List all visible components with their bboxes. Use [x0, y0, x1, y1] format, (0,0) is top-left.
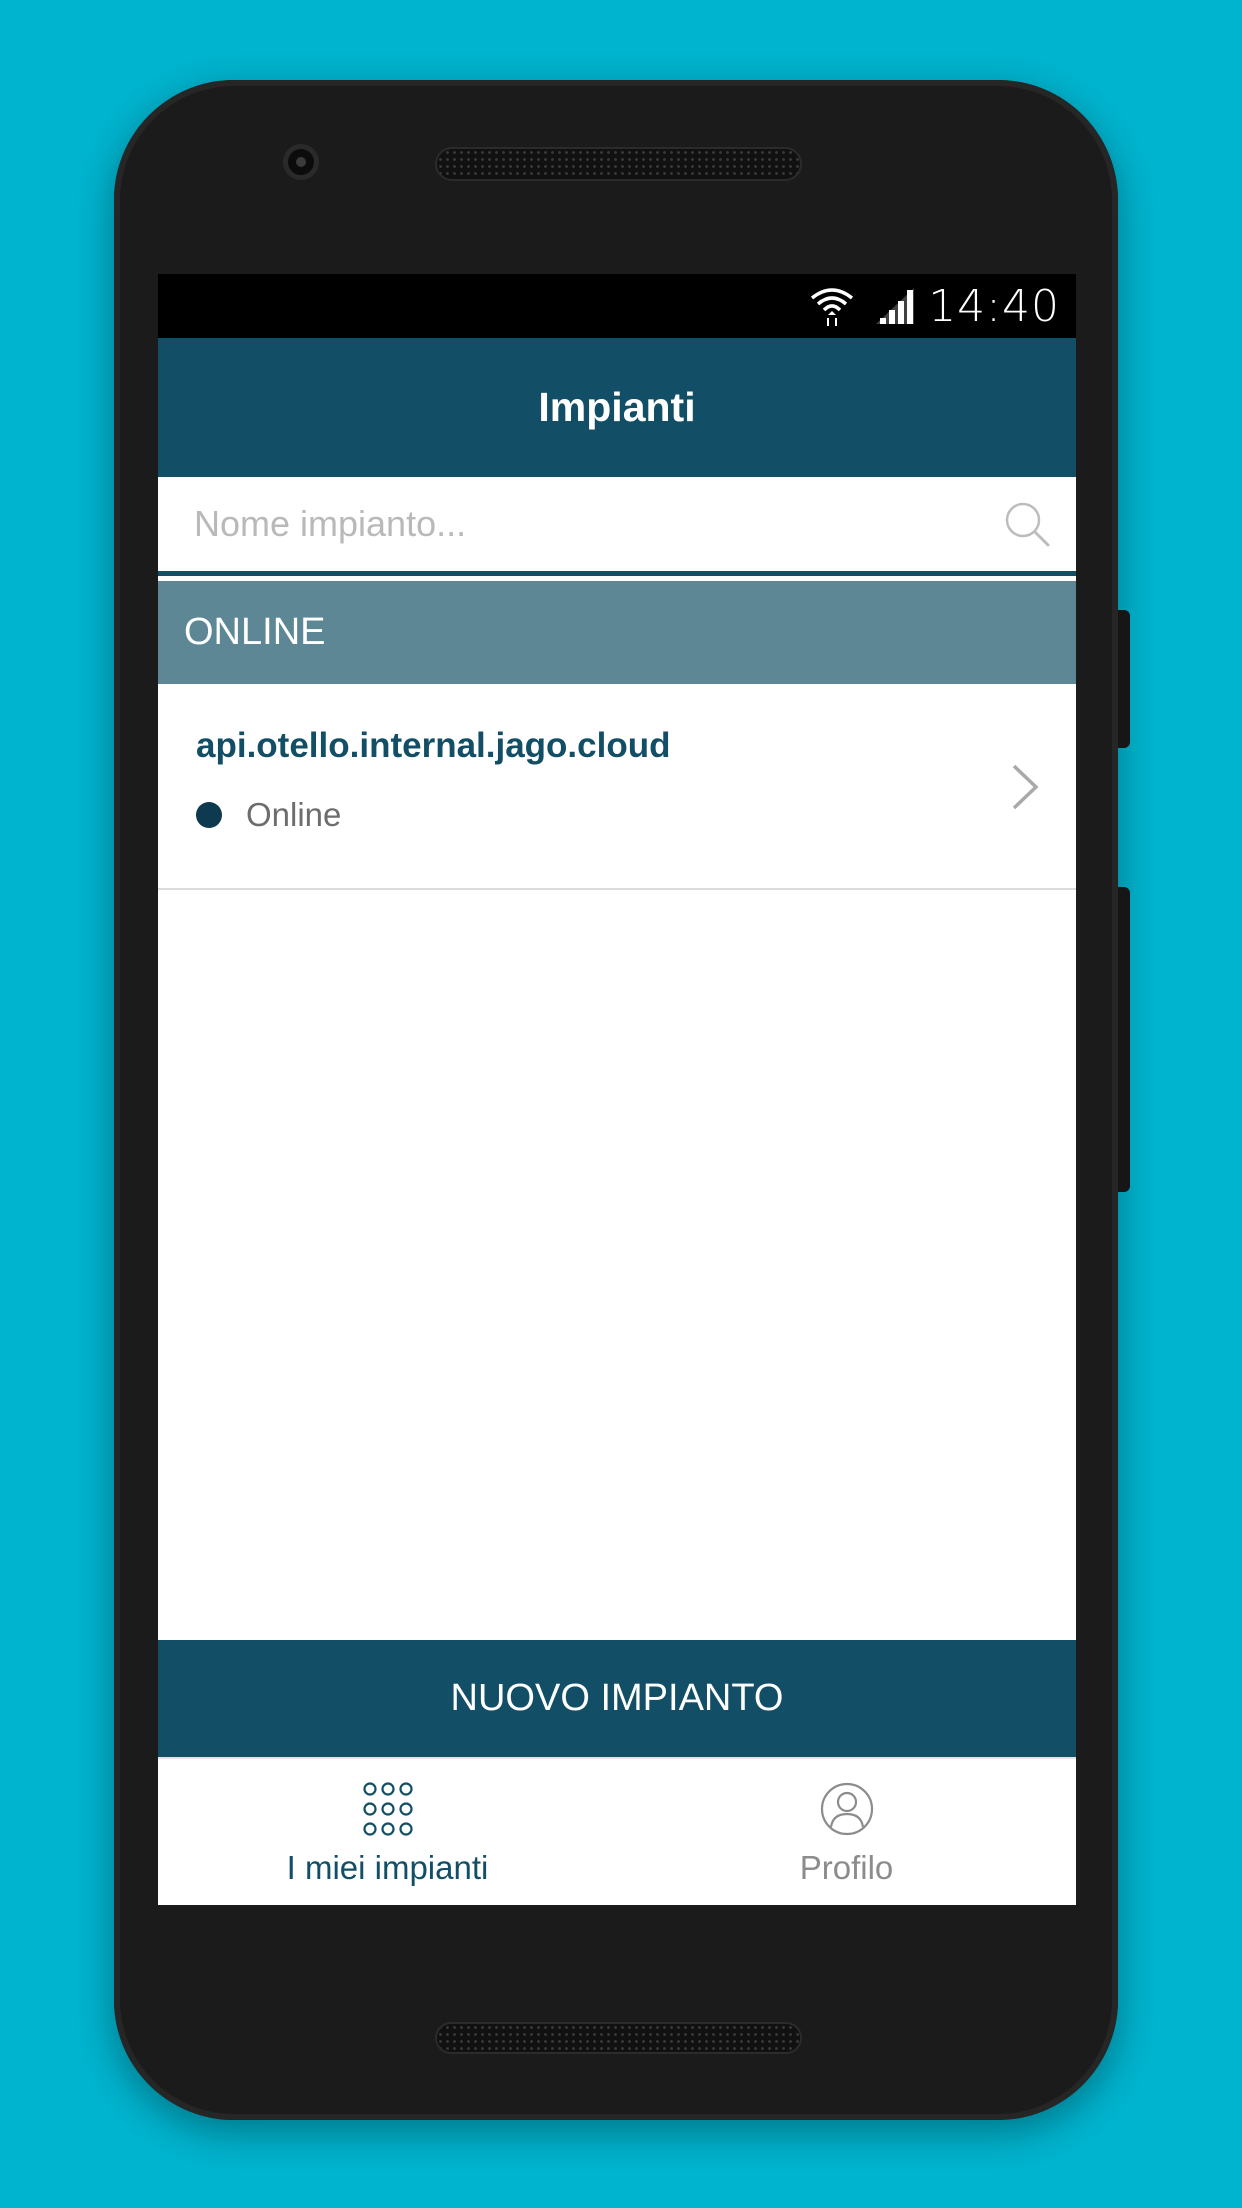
profile-icon [820, 1782, 873, 1836]
search-input[interactable] [194, 503, 1002, 545]
section-label: ONLINE [184, 611, 326, 653]
plant-status: Online [246, 796, 342, 833]
grid-icon [362, 1782, 413, 1836]
search-icon[interactable] [1002, 499, 1052, 549]
status-dot-icon [196, 802, 222, 828]
app-screen: 14:40 Impianti ONLINE api.otello.interna… [158, 274, 1076, 1905]
nav-item-my-plants[interactable]: I miei impianti [158, 1759, 617, 1905]
search-bar [158, 477, 1076, 576]
bottom-speaker [435, 2022, 802, 2054]
wifi-icon [811, 288, 854, 326]
earpiece-speaker [435, 147, 802, 181]
app-bar: Impianti [158, 338, 1076, 477]
plant-status-row: Online [196, 796, 1076, 834]
new-plant-button[interactable]: NUOVO IMPIANTO [158, 1640, 1076, 1757]
signal-icon [876, 288, 915, 324]
power-button [1118, 610, 1130, 748]
chevron-right-icon [1012, 764, 1039, 810]
front-camera [283, 144, 319, 180]
nav-label-my-plants: I miei impianti [286, 1849, 489, 1886]
section-header-online: ONLINE [158, 581, 1076, 684]
nav-item-profile[interactable]: Profilo [617, 1759, 1076, 1905]
plant-name: api.otello.internal.jago.cloud [196, 726, 671, 765]
status-bar: 14:40 [158, 274, 1076, 338]
status-time: 14:40 [928, 280, 1060, 332]
page-title: Impianti [538, 384, 696, 430]
list-item[interactable]: api.otello.internal.jago.cloud Online [158, 684, 1076, 890]
new-plant-button-label: NUOVO IMPIANTO [450, 1677, 784, 1719]
nav-label-profile: Profilo [799, 1849, 894, 1886]
bottom-nav: I miei impianti Profilo [158, 1757, 1076, 1905]
volume-button [1118, 887, 1130, 1192]
